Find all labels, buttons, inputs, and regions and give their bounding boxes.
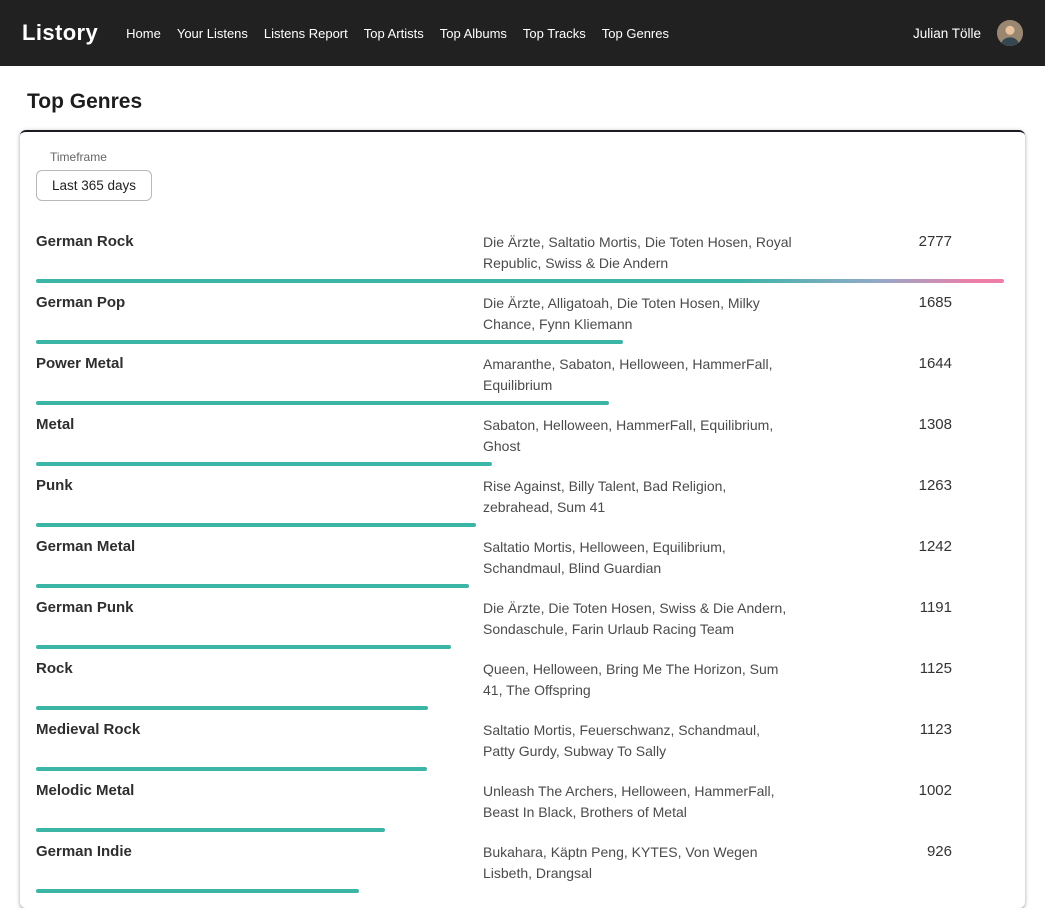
genre-artists: Saltatio Mortis, Helloween, Equilibrium,… [483,537,793,578]
genre-artists: Unleash The Archers, Helloween, HammerFa… [483,781,793,822]
genre-count: 1123 [834,720,1004,761]
genre-count: 1308 [834,415,1004,456]
genre-name: German Indie [36,842,483,883]
genre-count: 1191 [834,598,1004,639]
genre-name: German Punk [36,598,483,639]
genre-name: Rock [36,659,483,700]
genre-name: German Rock [36,232,483,273]
genre-row: German Punk Die Ärzte, Die Toten Hosen, … [36,593,1004,654]
nav-links: Home Your Listens Listens Report Top Artist… [118,26,677,41]
genre-count: 1242 [834,537,1004,578]
nav-item-top-tracks[interactable]: Top Tracks [523,26,586,41]
nav-item-home[interactable]: Home [126,26,161,41]
genre-row: Metal Sabaton, Helloween, HammerFall, Eq… [36,410,1004,471]
top-genres-card: Timeframe Last 365 days German Rock Die … [20,130,1025,908]
genre-count: 1125 [834,659,1004,700]
timeframe-select[interactable]: Last 365 days [36,170,152,201]
genre-row: Melodic Metal Unleash The Archers, Hello… [36,776,1004,837]
genre-artists: Rise Against, Billy Talent, Bad Religion… [483,476,793,517]
avatar[interactable] [997,20,1023,46]
genre-row: German Rock Die Ärzte, Saltatio Mortis, … [36,227,1004,288]
brand-logo[interactable]: Listory [22,20,98,46]
genre-count: 1644 [834,354,1004,395]
genre-artists: Die Ärzte, Die Toten Hosen, Swiss & Die … [483,598,793,639]
genre-name: Medieval Rock [36,720,483,761]
genre-bar [36,523,476,527]
genre-bar [36,279,1004,283]
timeframe-label: Timeframe [50,150,1004,164]
genre-bar [36,462,492,466]
genre-rows: German Rock Die Ärzte, Saltatio Mortis, … [36,227,1004,898]
genre-name: Metal [36,415,483,456]
user-name: Julian Tölle [913,26,981,41]
navbar: Listory Home Your Listens Listens Report To… [0,0,1045,66]
nav-item-listens-report[interactable]: Listens Report [264,26,348,41]
genre-bar [36,401,609,405]
genre-row: Power Metal Amaranthe, Sabaton, Hellowee… [36,349,1004,410]
genre-row: German Indie Bukahara, Käptn Peng, KYTES… [36,837,1004,898]
genre-artists: Bukahara, Käptn Peng, KYTES, Von Wegen L… [483,842,793,883]
genre-bar [36,706,428,710]
genre-row: Punk Rise Against, Billy Talent, Bad Rel… [36,471,1004,532]
genre-name: German Pop [36,293,483,334]
genre-count: 926 [834,842,1004,883]
genre-artists: Saltatio Mortis, Feuerschwanz, Schandmau… [483,720,793,761]
genre-bar [36,645,451,649]
genre-name: Melodic Metal [36,781,483,822]
genre-count: 1685 [834,293,1004,334]
genre-row: Medieval Rock Saltatio Mortis, Feuerschw… [36,715,1004,776]
genre-count: 1002 [834,781,1004,822]
nav-item-top-albums[interactable]: Top Albums [440,26,507,41]
genre-artists: Queen, Helloween, Bring Me The Horizon, … [483,659,793,700]
genre-artists: Amaranthe, Sabaton, Helloween, HammerFal… [483,354,793,395]
genre-bar [36,889,359,893]
genre-bar [36,584,469,588]
genre-name: Power Metal [36,354,483,395]
avatar-image [997,20,1023,46]
nav-item-top-artists[interactable]: Top Artists [364,26,424,41]
genre-count: 1263 [834,476,1004,517]
genre-row: German Pop Die Ärzte, Alligatoah, Die To… [36,288,1004,349]
genre-artists: Die Ärzte, Saltatio Mortis, Die Toten Ho… [483,232,793,273]
genre-artists: Sabaton, Helloween, HammerFall, Equilibr… [483,415,793,456]
genre-bar [36,828,385,832]
genre-name: Punk [36,476,483,517]
page: Top Genres Timeframe Last 365 days Germa… [0,90,1045,908]
nav-item-your-listens[interactable]: Your Listens [177,26,248,41]
page-title: Top Genres [27,90,1025,114]
genre-row: Rock Queen, Helloween, Bring Me The Hori… [36,654,1004,715]
genre-row: German Metal Saltatio Mortis, Helloween,… [36,532,1004,593]
genre-bar [36,340,623,344]
genre-artists: Die Ärzte, Alligatoah, Die Toten Hosen, … [483,293,793,334]
genre-bar [36,767,427,771]
genre-name: German Metal [36,537,483,578]
nav-item-top-genres[interactable]: Top Genres [602,26,669,41]
genre-count: 2777 [834,232,1004,273]
